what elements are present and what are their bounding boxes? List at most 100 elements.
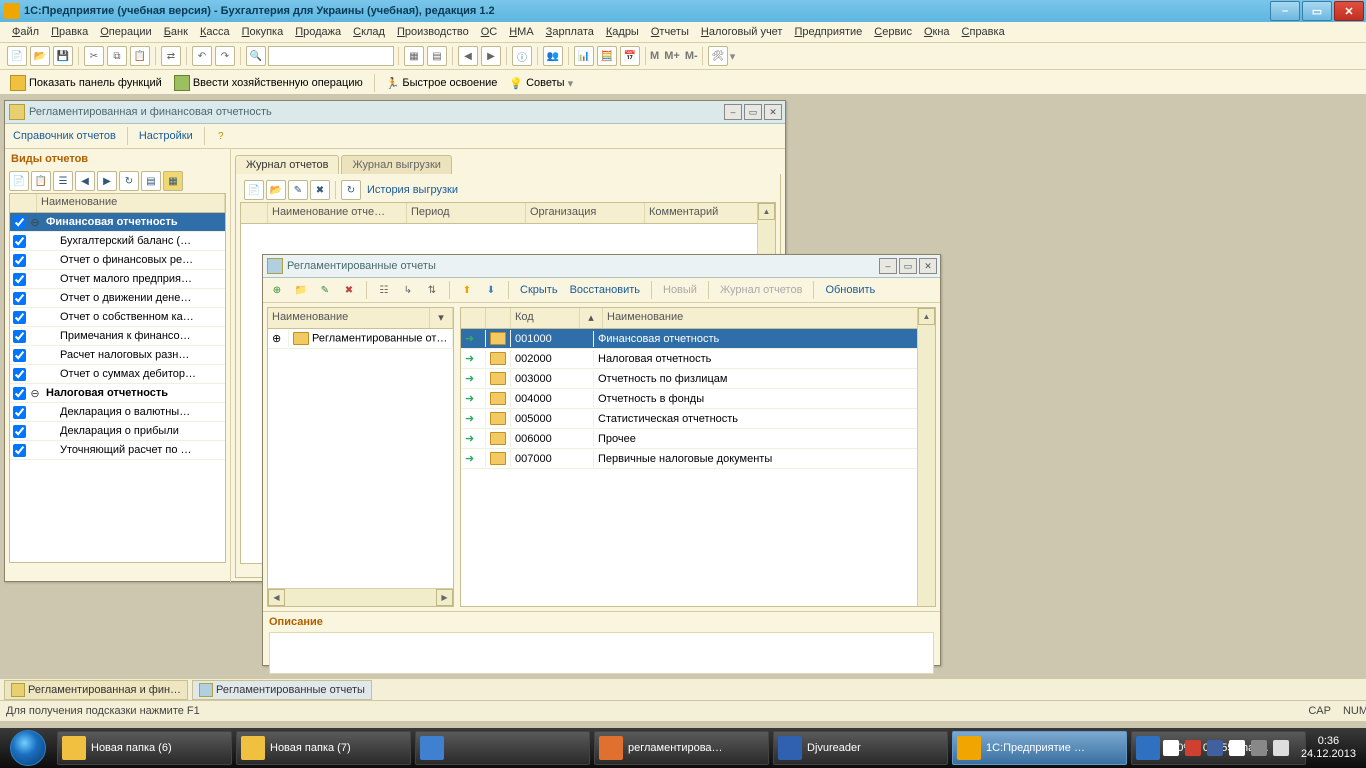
menu-Зарплата[interactable]: Зарплата [540, 24, 600, 40]
report-tree-item[interactable]: Бухгалтерский баланс (… [10, 232, 225, 251]
item-checkbox[interactable] [13, 235, 26, 248]
edit-icon[interactable]: ✎ [288, 180, 308, 200]
copy2-icon[interactable]: 📋 [31, 171, 51, 191]
name-column[interactable]: Наименование [37, 194, 225, 212]
quick-button[interactable]: 🏃Быстрое освоение [382, 75, 502, 92]
menu-Операции[interactable]: Операции [94, 24, 157, 40]
item-checkbox[interactable] [13, 406, 26, 419]
report-tree-item[interactable]: ⊖Финансовая отчетность [10, 213, 225, 232]
paste-icon[interactable]: 📋 [130, 46, 150, 66]
down-icon[interactable]: ⬇ [482, 281, 500, 299]
save-icon[interactable]: 💾 [53, 46, 73, 66]
menu-Отчеты[interactable]: Отчеты [645, 24, 695, 40]
start-button[interactable] [0, 728, 55, 768]
item-checkbox[interactable] [13, 349, 26, 362]
report-tree-item[interactable]: Отчет о финансовых ре… [10, 251, 225, 270]
search-input[interactable] [268, 46, 394, 66]
item-checkbox[interactable] [13, 368, 26, 381]
menu-Касса[interactable]: Касса [194, 24, 236, 40]
menu-Окна[interactable]: Окна [918, 24, 956, 40]
move-icon[interactable]: ↳ [399, 281, 417, 299]
report-tree-item[interactable]: ⊖Налоговая отчетность [10, 384, 225, 403]
copy-icon[interactable]: ⧉ [107, 46, 127, 66]
report-tree-item[interactable]: Отчет о собственном ка… [10, 308, 225, 327]
hierarchy-icon[interactable]: ☷ [375, 281, 393, 299]
grid-row[interactable]: ➜001000Финансовая отчетность [461, 329, 935, 349]
open-icon[interactable]: 📂 [30, 46, 50, 66]
item-checkbox[interactable] [13, 311, 26, 324]
child-minimize-button[interactable]: – [724, 104, 742, 120]
up-icon[interactable]: ⬆ [458, 281, 476, 299]
cut-icon[interactable]: ✂ [84, 46, 104, 66]
forward-icon[interactable]: ▶ [481, 46, 501, 66]
item-checkbox[interactable] [13, 292, 26, 305]
hide-link[interactable]: Скрыть [516, 282, 562, 298]
people-icon[interactable]: 👥 [543, 46, 563, 66]
edit2-icon[interactable]: ✎ [316, 281, 334, 299]
tools-icon[interactable]: 🛠 [708, 46, 728, 66]
item-checkbox[interactable] [13, 254, 26, 267]
menu-Продажа[interactable]: Продажа [289, 24, 347, 40]
taskbar-clock[interactable]: 0:36 24.12.2013 [1295, 735, 1362, 761]
history-link[interactable]: История выгрузки [363, 182, 462, 198]
mem-mp[interactable]: М+ [664, 50, 680, 62]
grid-row[interactable]: ➜002000Налоговая отчетность [461, 349, 935, 369]
reports-window-title[interactable]: Регламентированная и финансовая отчетнос… [5, 101, 785, 124]
restore-link[interactable]: Восстановить [566, 282, 644, 298]
add-icon[interactable]: ⊕ [268, 281, 286, 299]
maximize-button[interactable]: ▭ [1302, 1, 1332, 21]
prev-icon[interactable]: ◀ [75, 171, 95, 191]
menu-НМА[interactable]: НМА [503, 24, 539, 40]
menu-Предприятие[interactable]: Предприятие [788, 24, 868, 40]
compare-icon[interactable]: ⇄ [161, 46, 181, 66]
grid-row[interactable]: ➜004000Отчетность в фонды [461, 389, 935, 409]
taskbar-button[interactable]: Новая папка (6) [57, 731, 232, 765]
item-checkbox[interactable] [13, 387, 26, 400]
grid-row[interactable]: ➜003000Отчетность по физлицам [461, 369, 935, 389]
refresh-link[interactable]: Обновить [821, 282, 879, 298]
undo-icon[interactable]: ↶ [192, 46, 212, 66]
menu-Правка[interactable]: Правка [45, 24, 94, 40]
menu-Файл[interactable]: Файл [6, 24, 45, 40]
grid-row[interactable]: ➜006000Прочее [461, 429, 935, 449]
report-tree-item[interactable]: Отчет о суммах дебитор… [10, 365, 225, 384]
taskbar-button[interactable]: Djvureader [773, 731, 948, 765]
tips-button[interactable]: 💡Советы▾ [505, 75, 577, 92]
minimize-button[interactable]: – [1270, 1, 1300, 21]
report-tree-item[interactable]: Примечания к финансо… [10, 327, 225, 346]
report-tree-item[interactable]: Уточняющий расчет по … [10, 441, 225, 460]
scroll-right-icon[interactable]: ▶ [436, 589, 453, 606]
tree-row[interactable]: ⊕ Регламентированные от… [268, 329, 453, 349]
child-close-button[interactable]: ✕ [919, 258, 937, 274]
item-checkbox[interactable] [13, 444, 26, 457]
calendar-icon[interactable]: 📅 [620, 46, 640, 66]
report-tree-item[interactable]: Декларация о валютны… [10, 403, 225, 422]
child-minimize-button[interactable]: – [879, 258, 897, 274]
cards-icon[interactable]: ▦ [163, 171, 183, 191]
help-icon[interactable]: ⓘ [512, 46, 532, 66]
tray-printer-icon[interactable] [1229, 740, 1245, 756]
refresh-icon[interactable]: ↻ [119, 171, 139, 191]
tray-network-icon[interactable] [1251, 740, 1267, 756]
enter-op-button[interactable]: Ввести хозяйственную операцию [170, 73, 367, 93]
menu-Склад[interactable]: Склад [347, 24, 391, 40]
tab-journal[interactable]: Журнал отчетов [235, 155, 339, 174]
calc-icon[interactable]: 🧮 [597, 46, 617, 66]
taskbar-button[interactable]: регламентирова… [594, 731, 769, 765]
filter-icon[interactable]: ▤ [141, 171, 161, 191]
show-panel-button[interactable]: Показать панель функций [6, 73, 166, 93]
grid-row[interactable]: ➜007000Первичные налоговые документы [461, 449, 935, 469]
close-button[interactable]: ✕ [1334, 1, 1364, 21]
scroll-up-icon[interactable]: ▲ [758, 203, 775, 220]
item-checkbox[interactable] [13, 425, 26, 438]
reg-reports-title[interactable]: Регламентированные отчеты – ▭ ✕ [263, 255, 940, 278]
reference-button[interactable]: Справочник отчетов [9, 128, 120, 144]
child-maximize-button[interactable]: ▭ [744, 104, 762, 120]
menu-ОС[interactable]: ОС [475, 24, 504, 40]
menu-Справка[interactable]: Справка [956, 24, 1011, 40]
add-icon[interactable]: 📄 [9, 171, 29, 191]
report-tree-item[interactable]: Отчет о движении дене… [10, 289, 225, 308]
new-doc-icon[interactable]: 📄 [7, 46, 27, 66]
delete-icon[interactable]: ✖ [310, 180, 330, 200]
tray-shield-icon[interactable] [1185, 740, 1201, 756]
